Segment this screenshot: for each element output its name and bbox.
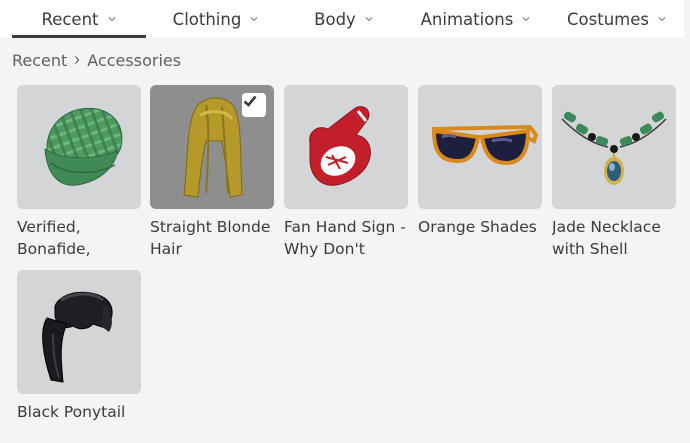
- item-name: Orange Shades: [418, 218, 537, 236]
- item-card-straight-blonde-hair[interactable]: Straight Blonde Hair: [150, 85, 274, 260]
- breadcrumb-current: Accessories: [87, 50, 182, 70]
- chevron-down-icon: [658, 17, 666, 22]
- item-card-fan-hand-sign[interactable]: Fan Hand Sign - Why Don't: [284, 85, 408, 260]
- sunglasses-icon: [431, 124, 539, 166]
- tab-clothing[interactable]: Clothing: [146, 0, 286, 38]
- chevron-right-icon: [75, 56, 80, 64]
- item-card-orange-shades[interactable]: Orange Shades: [418, 85, 542, 260]
- tab-costumes[interactable]: Costumes: [550, 0, 684, 38]
- chevron-down-icon: [108, 17, 115, 22]
- breadcrumb-link-recent[interactable]: Recent: [12, 51, 67, 70]
- tab-label: Animations: [420, 9, 514, 29]
- tab-label: Body: [314, 9, 356, 29]
- item-thumbnail[interactable]: [418, 85, 542, 209]
- tab-body[interactable]: Body: [286, 0, 402, 38]
- chevron-down-icon: [250, 17, 258, 22]
- item-name: Fan Hand Sign - Why Don't: [284, 218, 406, 258]
- tab-recent[interactable]: Recent: [12, 0, 146, 38]
- breadcrumb: Recent Accessories: [12, 48, 181, 72]
- item-thumbnail[interactable]: [150, 85, 274, 209]
- tab-label: Costumes: [567, 9, 649, 29]
- green-plaid-cap-icon: [44, 107, 123, 186]
- tab-animations[interactable]: Animations: [402, 0, 550, 38]
- item-thumbnail[interactable]: [17, 85, 141, 209]
- item-name: Jade Necklace with Shell: [552, 218, 661, 258]
- foam-finger-icon: [309, 106, 371, 186]
- item-thumbnail[interactable]: [17, 270, 141, 394]
- necklace-icon: [561, 111, 667, 185]
- item-card-verified-bonafide[interactable]: Verified, Bonafide,: [17, 85, 141, 260]
- tab-label: Clothing: [172, 9, 242, 29]
- item-name: Black Ponytail: [17, 403, 126, 421]
- item-thumbnail[interactable]: [284, 85, 408, 209]
- chevron-down-icon: [365, 17, 373, 22]
- item-card-black-ponytail[interactable]: Black Ponytail: [17, 270, 141, 443]
- tab-label: Recent: [41, 9, 99, 29]
- item-thumbnail[interactable]: [552, 85, 676, 209]
- item-name: Straight Blonde Hair: [150, 218, 271, 258]
- chevron-down-icon: [522, 17, 530, 22]
- category-tab-bar: Recent Clothing Body Animations Costumes: [0, 0, 684, 38]
- ponytail-icon: [42, 291, 113, 383]
- item-name: Verified, Bonafide,: [17, 218, 91, 258]
- item-card-jade-necklace[interactable]: Jade Necklace with Shell: [552, 85, 676, 260]
- selected-checkmark-icon: [242, 93, 266, 117]
